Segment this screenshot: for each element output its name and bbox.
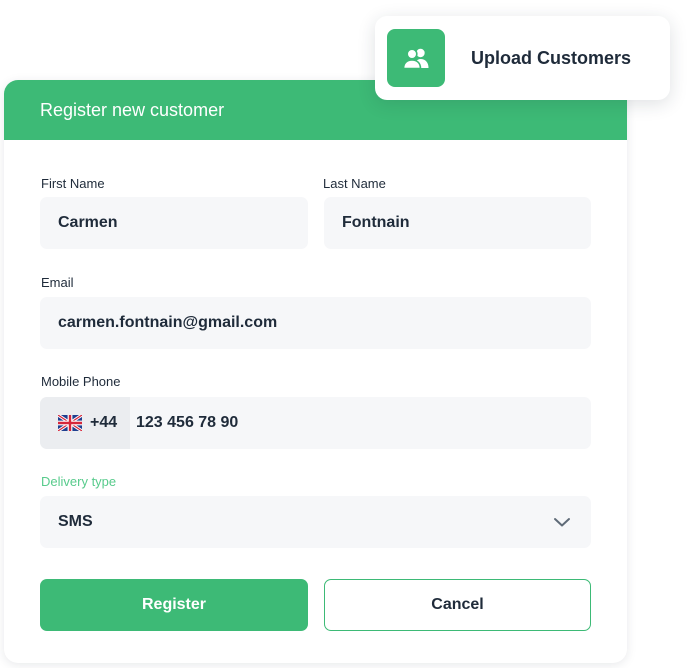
email-value: carmen.fontnain@gmail.com [58,314,278,331]
first-name-label: First Name [41,176,105,191]
last-name-label: Last Name [323,176,386,191]
users-icon [402,48,429,69]
upload-icon-tile [387,29,445,87]
card-title: Register new customer [40,100,225,120]
mobile-phone-field[interactable]: +44 123 456 78 90 [40,397,591,449]
last-name-value: Fontnain [342,214,410,231]
email-label: Email [41,275,74,290]
register-customer-card: Register new customer First Name Carmen … [4,80,627,663]
chevron-down-icon [554,518,570,527]
register-button[interactable]: Register [40,579,308,631]
last-name-field[interactable]: Fontnain [324,197,591,249]
delivery-type-label: Delivery type [41,474,117,489]
country-code-selector[interactable]: +44 [40,397,130,449]
phone-number-value: 123 456 78 90 [136,414,239,431]
uk-flag-icon [58,415,82,431]
email-field[interactable]: carmen.fontnain@gmail.com [40,297,591,349]
first-name-value: Carmen [58,214,118,231]
delivery-type-value: SMS [58,513,93,530]
upload-customers-button[interactable]: Upload Customers [375,16,670,100]
upload-customers-label: Upload Customers [471,47,632,68]
mobile-phone-label: Mobile Phone [41,374,121,389]
cancel-button[interactable]: Cancel [324,579,591,631]
first-name-field[interactable]: Carmen [40,197,308,249]
delivery-type-select[interactable]: SMS [40,496,591,548]
country-code: +44 [90,414,118,431]
page: Register new customer First Name Carmen … [0,0,696,668]
